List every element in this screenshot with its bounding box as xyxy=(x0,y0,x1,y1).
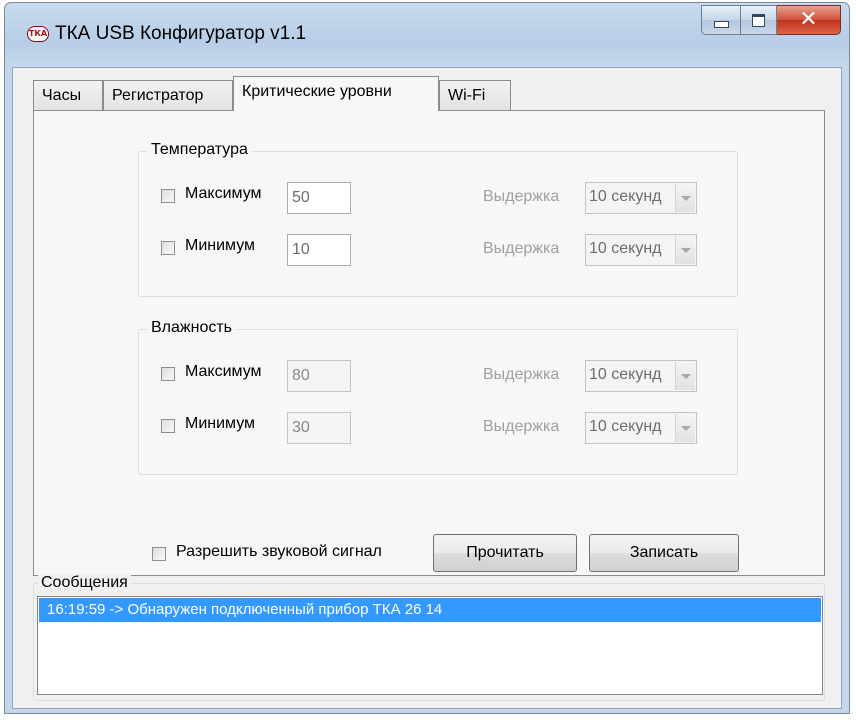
temperature-min-checkbox[interactable] xyxy=(161,241,175,255)
messages-list[interactable]: 16:19:59 -> Обнаружен подключенный прибо… xyxy=(37,596,823,695)
chevron-down-icon[interactable] xyxy=(675,362,695,390)
messages-group: Сообщения 16:19:59 -> Обнаружен подключе… xyxy=(33,574,825,701)
window-title: ТКА USB Конфигуратор v1.1 xyxy=(55,23,307,44)
client-area: Часы Регистратор Критические уровни Wi-F… xyxy=(12,67,842,709)
humidity-min-hold-label: Выдержка xyxy=(483,418,560,435)
temperature-max-row: Максимум 50 Выдержка 10 секунд xyxy=(161,182,731,214)
humidity-max-label[interactable]: Максимум xyxy=(185,363,262,381)
temperature-min-row: Минимум 10 Выдержка 10 секунд xyxy=(161,234,731,266)
humidity-min-row: Минимум 30 Выдержка 10 секунд xyxy=(161,412,731,444)
temperature-max-input[interactable]: 50 xyxy=(287,182,351,214)
maximize-button[interactable] xyxy=(741,5,777,35)
temperature-min-label[interactable]: Минимум xyxy=(185,237,255,255)
sound-checkbox[interactable] xyxy=(152,547,166,561)
minimize-button[interactable] xyxy=(701,5,741,35)
minimize-icon xyxy=(713,20,729,28)
temperature-max-hold-value: 10 секунд xyxy=(589,188,662,205)
temperature-min-hold-label: Выдержка xyxy=(483,240,560,257)
temperature-group-title: Температура xyxy=(147,141,252,159)
temperature-min-hold-select[interactable]: 10 секунд xyxy=(585,234,697,266)
close-button[interactable]: ✕ xyxy=(777,5,841,35)
humidity-min-hold-select[interactable]: 10 секунд xyxy=(585,412,697,444)
temperature-max-hold-label: Выдержка xyxy=(483,188,560,205)
humidity-max-hold-label: Выдержка xyxy=(483,366,560,383)
humidity-min-label[interactable]: Минимум xyxy=(185,415,255,433)
chevron-down-icon[interactable] xyxy=(675,236,695,264)
tab-recorder[interactable]: Регистратор xyxy=(103,80,233,110)
sound-label[interactable]: Разрешить звуковой сигнал xyxy=(176,543,382,561)
chevron-down-icon[interactable] xyxy=(675,184,695,212)
humidity-max-row: Максимум 80 Выдержка 10 секунд xyxy=(161,360,731,392)
temperature-max-checkbox[interactable] xyxy=(161,189,175,203)
app-logo-icon: ТКА xyxy=(27,26,49,42)
title-bar[interactable]: ТКА ТКА USB Конфигуратор v1.1 ✕ xyxy=(5,3,849,69)
read-button[interactable]: Прочитать xyxy=(433,534,577,572)
temperature-group: Температура Максимум 50 Выдержка 10 секу… xyxy=(138,141,738,297)
list-item[interactable]: 16:19:59 -> Обнаружен подключенный прибо… xyxy=(39,598,821,622)
close-icon: ✕ xyxy=(799,7,818,32)
humidity-max-input[interactable]: 80 xyxy=(287,360,351,392)
maximize-icon xyxy=(752,13,765,27)
humidity-group-title: Влажность xyxy=(147,319,237,337)
humidity-min-input[interactable]: 30 xyxy=(287,412,351,444)
tab-wifi[interactable]: Wi-Fi xyxy=(439,80,511,110)
temperature-max-hold-select[interactable]: 10 секунд xyxy=(585,182,697,214)
app-window: ТКА ТКА USB Конфигуратор v1.1 ✕ Часы Рег… xyxy=(4,2,850,714)
humidity-max-checkbox[interactable] xyxy=(161,367,175,381)
tab-critical-levels[interactable]: Критические уровни xyxy=(233,76,439,111)
write-button[interactable]: Записать xyxy=(589,534,739,572)
tab-clock[interactable]: Часы xyxy=(33,80,103,110)
temperature-min-hold-value: 10 секунд xyxy=(589,240,662,257)
critical-levels-page: Температура Максимум 50 Выдержка 10 секу… xyxy=(33,110,825,576)
chevron-down-icon[interactable] xyxy=(675,414,695,442)
caption-buttons: ✕ xyxy=(701,5,841,35)
temperature-min-input[interactable]: 10 xyxy=(287,234,351,266)
humidity-max-hold-value: 10 секунд xyxy=(589,366,662,383)
humidity-min-checkbox[interactable] xyxy=(161,419,175,433)
humidity-group: Влажность Максимум 80 Выдержка 10 секунд… xyxy=(138,319,738,475)
temperature-max-label[interactable]: Максимум xyxy=(185,185,262,203)
humidity-min-hold-value: 10 секунд xyxy=(589,418,662,435)
humidity-max-hold-select[interactable]: 10 секунд xyxy=(585,360,697,392)
messages-title: Сообщения xyxy=(38,574,131,592)
